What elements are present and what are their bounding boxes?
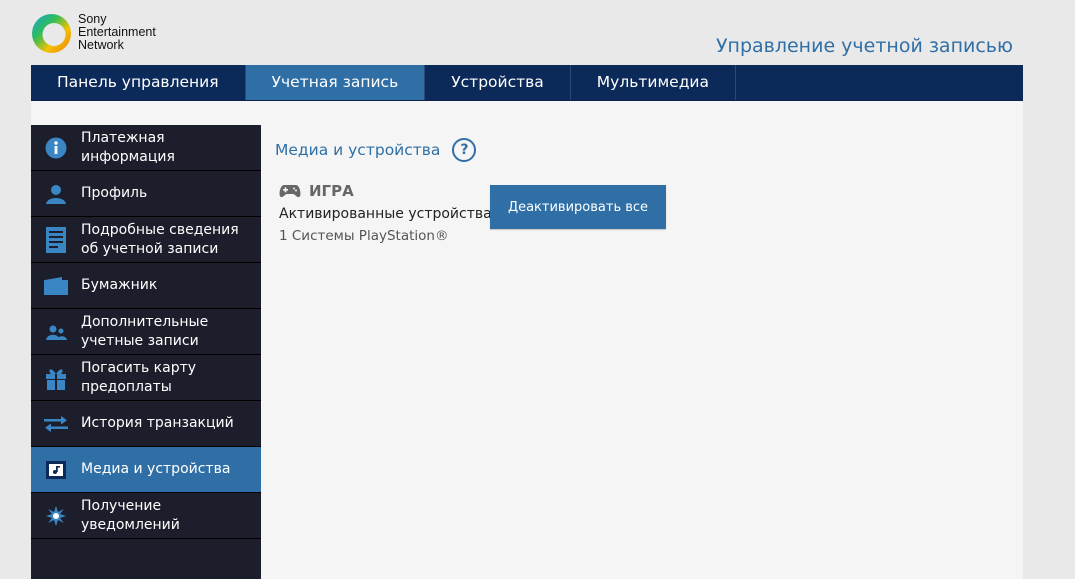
person-icon: [31, 184, 81, 204]
tab-account[interactable]: Учетная запись: [245, 65, 426, 100]
header: Sony Entertainment Network Управление уч…: [0, 0, 1075, 65]
activated-devices-label: Активированные устройства: [279, 206, 492, 222]
sidebar-item-wallet[interactable]: Бумажник: [31, 263, 261, 309]
sidebar-item-notifications[interactable]: Получение уведомлений: [31, 493, 261, 539]
wallet-icon: [31, 276, 81, 295]
section-title-text: Медиа и устройства: [275, 141, 441, 159]
gift-icon: [31, 366, 81, 390]
burst-icon: [31, 505, 81, 526]
game-heading-text: ИГРА: [309, 182, 354, 200]
sidebar-item-label: Бумажник: [81, 277, 158, 293]
top-navigation: Панель управления Учетная запись Устройс…: [31, 65, 1023, 101]
logo-text: Sony Entertainment Network: [78, 13, 156, 52]
sidebar-item-payment-info[interactable]: Платежная информация: [31, 125, 261, 171]
sidebar-item-label: Получение уведомлений: [81, 497, 180, 533]
sidebar-item-label: Платежная информация: [81, 129, 175, 165]
sidebar-item-sub-accounts[interactable]: Дополнительные учетные записи: [31, 309, 261, 355]
deactivate-all-button[interactable]: Деактивировать все: [490, 185, 666, 229]
sidebar-item-account-details[interactable]: Подробные сведения об учетной записи: [31, 217, 261, 263]
info-icon: [31, 137, 81, 159]
sidebar-item-label: Дополнительные учетные записи: [81, 313, 209, 349]
gamepad-icon: [279, 185, 301, 198]
media-icon: [31, 460, 81, 479]
game-block: ИГРА Активированные устройства 1 Системы…: [279, 182, 499, 244]
document-icon: [31, 226, 81, 253]
game-heading: ИГРА: [279, 182, 499, 200]
sidebar-item-label: Профиль: [81, 185, 148, 201]
sen-logo[interactable]: Sony Entertainment Network: [31, 13, 156, 54]
sidebar-item-profile[interactable]: Профиль: [31, 171, 261, 217]
sidebar-item-label: Подробные сведения об учетной записи: [81, 221, 239, 257]
sidebar-item-redeem-card[interactable]: Погасить карту предоплаты: [31, 355, 261, 401]
sidebar-item-transaction-history[interactable]: История транзакций: [31, 401, 261, 447]
tab-multimedia[interactable]: Мультимедиа: [571, 65, 737, 100]
sub-accounts-icon: [31, 324, 81, 340]
systems-count: 1 Системы PlayStation®: [279, 228, 449, 244]
main-content: Медиа и устройства ? ИГРА Активированные…: [275, 138, 666, 244]
transfer-arrows-icon: [31, 415, 81, 432]
logo-line: Network: [78, 38, 124, 52]
tab-dashboard[interactable]: Панель управления: [31, 65, 246, 100]
sen-logo-icon: [32, 14, 71, 53]
tab-devices[interactable]: Устройства: [425, 65, 571, 100]
sidebar-item-media-devices[interactable]: Медиа и устройства: [31, 447, 261, 493]
sidebar-item-label: История транзакций: [81, 415, 234, 431]
sidebar-item-label: Погасить карту предоплаты: [81, 359, 197, 395]
section-title: Медиа и устройства ?: [275, 138, 477, 162]
help-icon[interactable]: ?: [452, 138, 477, 162]
sidebar-item-label: Медиа и устройства: [81, 461, 231, 477]
page-heading: Управление учетной записью: [715, 35, 1013, 57]
sidebar: Платежная информация Профиль Подробные с…: [31, 125, 261, 579]
